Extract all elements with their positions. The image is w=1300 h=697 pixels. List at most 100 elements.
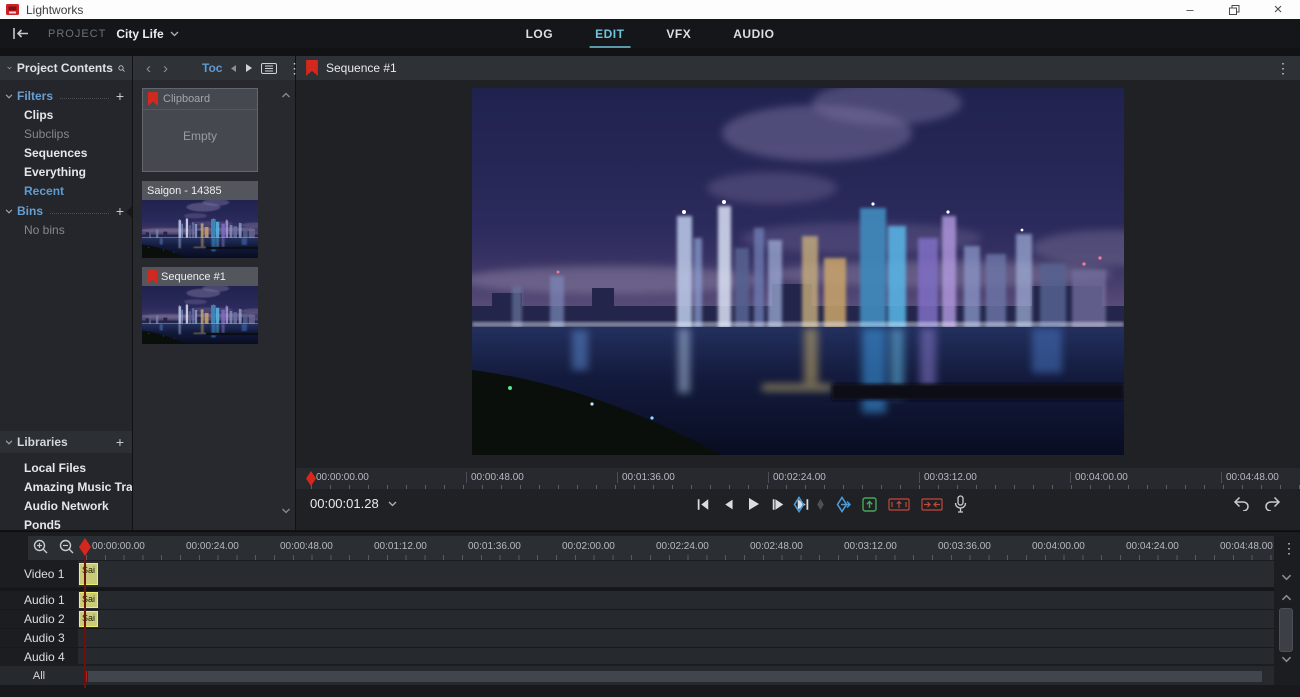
tab-log[interactable]: LOG (520, 19, 560, 48)
track-lane-video-1[interactable]: Sai (78, 561, 1274, 587)
replace-edit-button[interactable] (888, 497, 910, 512)
step-back-button[interactable] (719, 496, 737, 512)
chevron-down-icon (5, 440, 13, 445)
sequence-thumbnail (142, 286, 258, 344)
timeline-clip[interactable]: Sai (79, 611, 98, 627)
libraries-section-header[interactable]: Libraries + (0, 431, 132, 453)
track-lane-audio-2[interactable]: Sai (78, 610, 1274, 628)
filters-section-header[interactable]: Filters + (0, 86, 132, 106)
timeline-clip[interactable]: Sai (79, 592, 98, 608)
zoom-out-button[interactable] (59, 539, 74, 554)
scroll-down-icon[interactable] (1281, 656, 1292, 663)
play-tile-icon[interactable] (245, 63, 253, 73)
clip-card-saigon[interactable]: Saigon - 14385 (142, 181, 258, 258)
go-to-start-button[interactable] (694, 496, 712, 512)
timeline-menu-button[interactable]: ⋮ (1282, 540, 1296, 557)
scroll-down-icon[interactable] (281, 508, 291, 514)
tab-audio[interactable]: AUDIO (727, 19, 780, 48)
libraries-section: Libraries + Local Files Amazing Music Tr… (0, 431, 132, 535)
bins-section-header[interactable]: Bins + (0, 201, 132, 221)
play-button[interactable] (744, 496, 762, 512)
timecode-display[interactable]: 00:00:01.28 (310, 496, 397, 511)
viewer-timeline-ruler[interactable]: 00:00:00.00 00:00:48.00 00:01:36.00 00:0… (296, 468, 1300, 489)
video-tracks-collapse-icon[interactable] (1281, 574, 1292, 581)
library-item-audio-network[interactable]: Audio Network (0, 497, 132, 516)
clip-thumbnail (142, 200, 258, 258)
timeline-ruler[interactable]: 00:00:00.00 00:00:24.00 00:00:48.00 00:0… (28, 536, 1274, 560)
track-label-audio-4[interactable]: Audio 4 (0, 648, 78, 664)
ruler-tick: 00:04:48.00 (1221, 472, 1279, 483)
view-tiles-icon[interactable] (261, 63, 277, 74)
scroll-up-icon[interactable] (281, 92, 291, 98)
topbar: PROJECT City Life LOG EDIT VFX AUDIO (0, 19, 1300, 48)
playhead-line[interactable] (84, 541, 86, 688)
ruler-tick: 00:03:12.00 (840, 541, 897, 552)
track-label-audio-1[interactable]: Audio 1 (0, 591, 78, 609)
sort-descending-icon[interactable] (230, 64, 237, 73)
bookmark-icon (147, 270, 157, 284)
track-lane-audio-4[interactable] (78, 648, 1274, 664)
track-label-audio-3[interactable]: Audio 3 (0, 629, 78, 647)
sidebar-item-recent[interactable]: Recent (0, 182, 132, 201)
sort-field-label[interactable]: Toc (202, 61, 222, 75)
chevron-down-icon[interactable] (388, 501, 397, 507)
horizontal-scrollbar[interactable] (88, 671, 1262, 682)
step-forward-button[interactable] (769, 496, 787, 512)
library-item-local-files[interactable]: Local Files (0, 459, 132, 478)
sidebar-item-clips[interactable]: Clips (0, 106, 132, 125)
close-button[interactable]: × (1256, 0, 1300, 19)
track-lane-audio-3[interactable] (78, 629, 1274, 647)
remove-edit-button[interactable] (921, 497, 943, 512)
add-filter-button[interactable]: + (116, 90, 124, 102)
zoom-in-button[interactable] (33, 539, 48, 554)
ruler-tick: 00:03:12.00 (919, 472, 977, 483)
search-icon[interactable] (118, 62, 125, 75)
library-item-amazing-music-track[interactable]: Amazing Music Track (0, 478, 132, 497)
window-title: Lightworks (26, 3, 83, 17)
restore-button[interactable] (1212, 0, 1256, 19)
ruler-tick: 00:03:36.00 (934, 541, 991, 552)
viewer-menu-button[interactable]: ⋮ (1276, 60, 1290, 77)
voiceover-mic-button[interactable] (954, 495, 967, 513)
sequence-card[interactable]: Sequence #1 (142, 267, 258, 344)
minimize-button[interactable]: – (1168, 0, 1212, 19)
tab-edit[interactable]: EDIT (589, 19, 630, 48)
ruler-tick: 00:02:24.00 (652, 541, 709, 552)
scrollbar-thumb[interactable] (1279, 608, 1293, 652)
ruler-tick: 00:00:00.00 (88, 541, 145, 552)
dotted-leader (50, 213, 109, 214)
sidebar-item-everything[interactable]: Everything (0, 163, 132, 182)
ruler-tick: 00:02:00.00 (558, 541, 615, 552)
project-label: PROJECT (48, 28, 106, 40)
back-icon (12, 27, 30, 40)
nav-back-button[interactable]: ‹ (140, 61, 157, 76)
insert-edit-button[interactable] (862, 496, 877, 513)
add-cue-marker-button[interactable] (793, 496, 805, 513)
chevron-down-icon (5, 209, 13, 214)
nav-forward-button[interactable]: › (157, 61, 174, 76)
timeline-playhead-marker[interactable] (79, 538, 91, 556)
park-marker-icon[interactable] (816, 498, 825, 511)
goto-marker-button[interactable] (836, 496, 851, 513)
playhead-marker[interactable] (306, 471, 316, 486)
timeline-right-controls: ⋮ (1274, 532, 1300, 697)
track-label-audio-2[interactable]: Audio 2 (0, 610, 78, 628)
tab-vfx[interactable]: VFX (660, 19, 697, 48)
exit-project-button[interactable] (12, 26, 34, 42)
add-library-button[interactable]: + (116, 436, 124, 448)
project-selector[interactable]: City Life (116, 27, 178, 41)
clipboard-title: Clipboard (163, 93, 210, 105)
clipboard-card[interactable]: Clipboard Empty (142, 88, 258, 172)
sidebar-item-subclips[interactable]: Subclips (0, 125, 132, 144)
timeline-clip[interactable]: Sai (79, 563, 98, 585)
redo-button[interactable] (1264, 496, 1282, 511)
track-label-video-1[interactable]: Video 1 (0, 561, 78, 587)
collapse-chevron-icon[interactable] (7, 65, 12, 71)
undo-button[interactable] (1232, 496, 1250, 511)
tiles-panel: ‹ › Toc ⋮ (133, 56, 295, 530)
sidebar-item-sequences[interactable]: Sequences (0, 144, 132, 163)
track-lane-audio-1[interactable]: Sai (78, 591, 1274, 609)
scroll-up-icon[interactable] (1281, 594, 1292, 601)
panel-resize-handle[interactable] (126, 206, 132, 218)
add-bin-button[interactable]: + (116, 205, 124, 217)
